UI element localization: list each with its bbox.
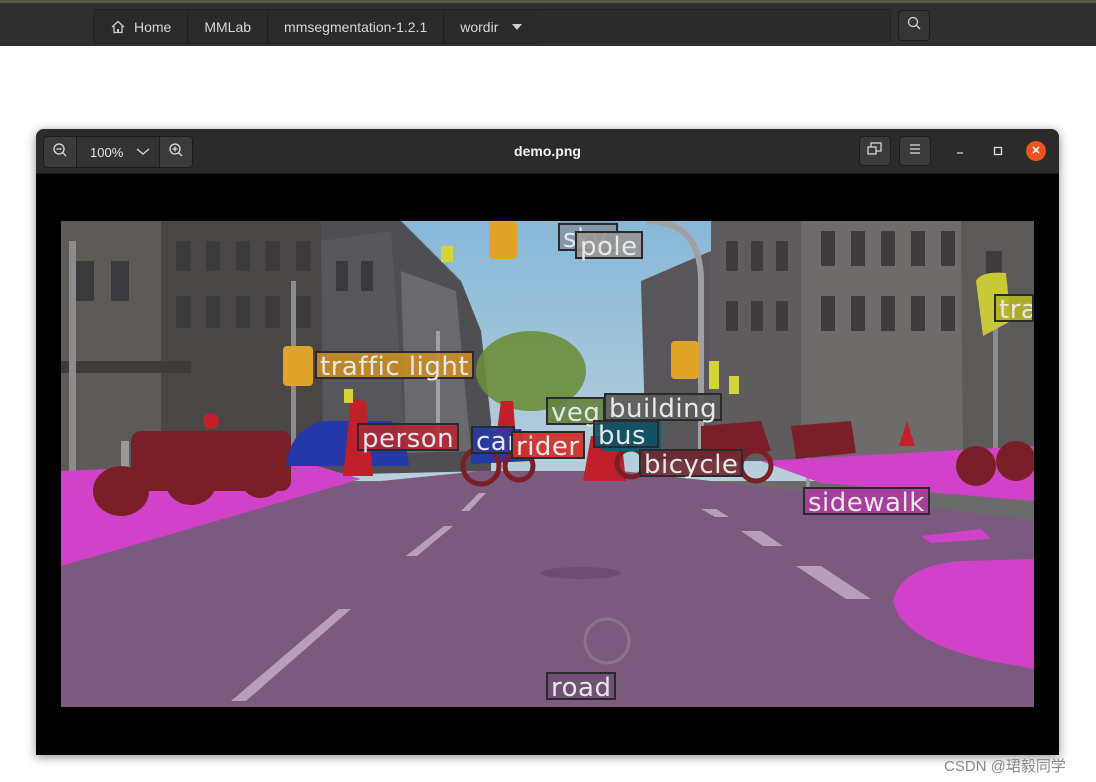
- breadcrumb-label: Home: [134, 18, 172, 35]
- label-bus: bus: [593, 420, 659, 450]
- breadcrumb-label: MMLab: [204, 18, 252, 35]
- watermark: CSDN @珺毅同学: [944, 758, 1066, 775]
- label-rider: rider: [511, 431, 585, 461]
- label-pole: pole: [575, 231, 643, 261]
- search-button[interactable]: [898, 10, 930, 41]
- label-traffic-light: traffic light: [315, 351, 475, 381]
- breadcrumb-label: mmsegmentation-1.2.1: [284, 18, 428, 35]
- breadcrumb-mmsegmentation[interactable]: mmsegmentation-1.2.1: [268, 10, 445, 43]
- fit-window-button[interactable]: [859, 136, 891, 166]
- breadcrumb-label: wordir: [460, 18, 499, 35]
- fit-window-icon: [867, 141, 883, 161]
- label-car: car: [471, 426, 515, 454]
- home-icon: [110, 19, 126, 35]
- maximize-button[interactable]: [989, 143, 1007, 161]
- menu-button[interactable]: [899, 136, 931, 166]
- segmentation-image: sky pole traffic light tra veg building …: [61, 221, 1034, 707]
- caret-down-icon[interactable]: [512, 23, 523, 30]
- breadcrumb-wordir[interactable]: wordir: [444, 10, 538, 43]
- street-scene-drawing: [61, 221, 1034, 707]
- hamburger-menu-icon: [908, 142, 922, 160]
- breadcrumb-mmlab[interactable]: MMLab: [188, 10, 269, 43]
- label-bicycle: bicycle: [639, 449, 744, 479]
- breadcrumb-empty-area: [537, 9, 891, 42]
- breadcrumb: Home MMLab mmsegmentation-1.2.1 wordir: [93, 9, 540, 44]
- maximize-icon: [993, 143, 1003, 161]
- label-traffic-light-right: tra: [994, 294, 1034, 322]
- label-person: person: [357, 423, 460, 453]
- label-building: building: [604, 393, 723, 423]
- label-sidewalk: sidewalk: [803, 487, 930, 517]
- label-road: road: [546, 672, 617, 702]
- viewer-titlebar: 100% demo.png: [36, 129, 1059, 174]
- breadcrumb-home[interactable]: Home: [94, 10, 189, 43]
- minimize-button[interactable]: [951, 143, 969, 161]
- minimize-icon: [955, 143, 965, 161]
- image-viewer-window: 100% demo.png pole traffic light tra veg…: [36, 129, 1059, 755]
- close-button[interactable]: [1026, 141, 1046, 161]
- search-icon: [907, 16, 921, 35]
- file-manager-header: Home MMLab mmsegmentation-1.2.1 wordir: [0, 0, 1096, 46]
- close-icon: [1031, 142, 1041, 160]
